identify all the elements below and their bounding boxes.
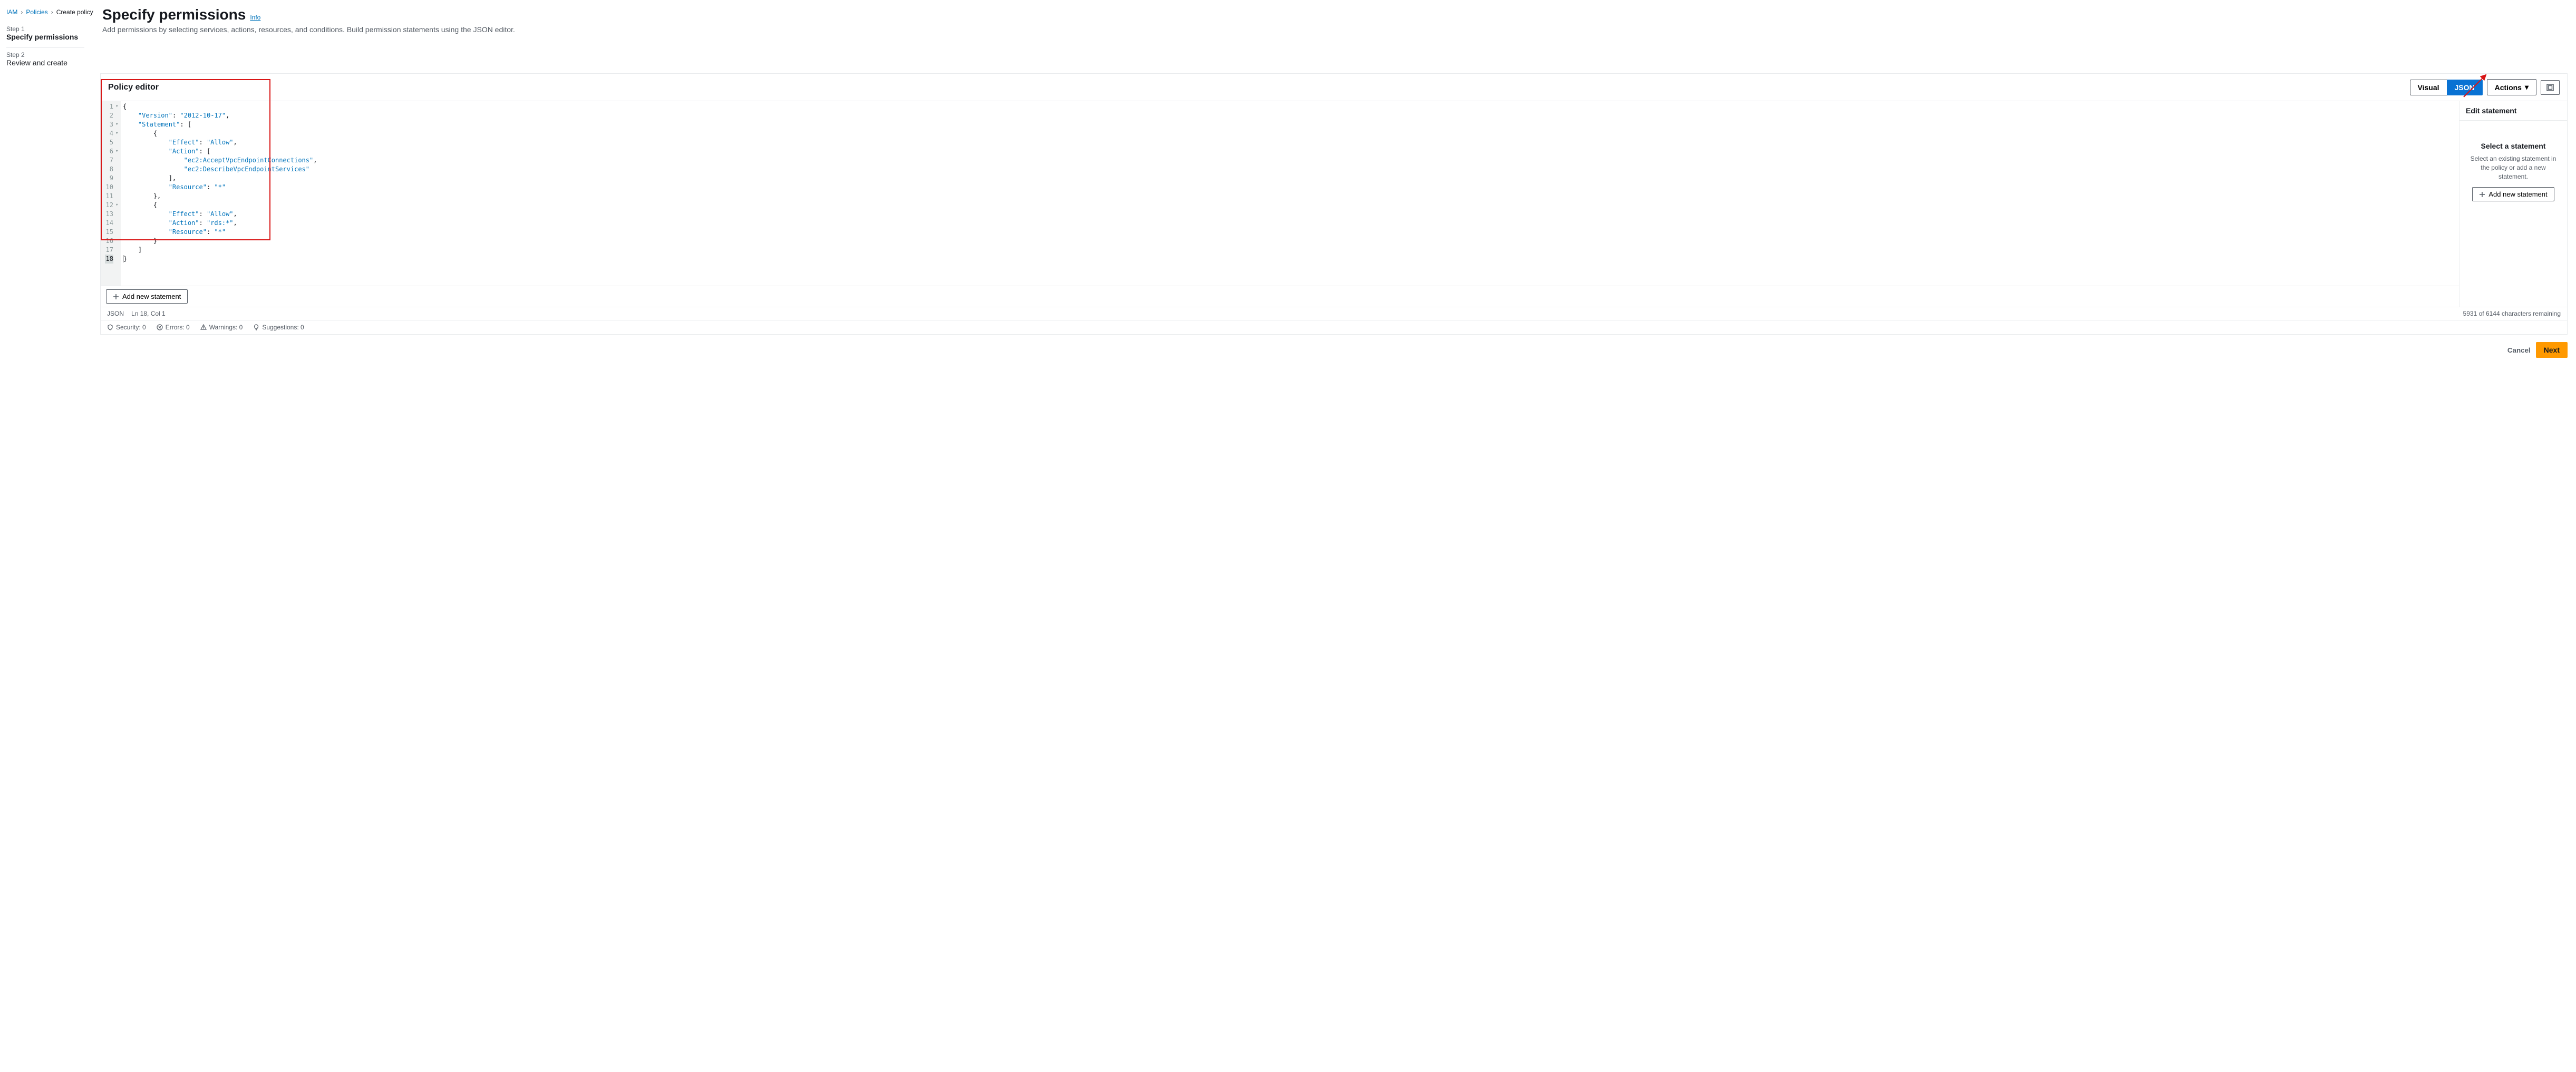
line-number-gutter: 123456789101112131415161718	[101, 101, 115, 286]
edit-statement-title: Edit statement	[2459, 101, 2567, 121]
lightbulb-icon	[253, 324, 259, 330]
cursor-position: Ln 18, Col 1	[131, 310, 166, 317]
breadcrumb: IAM › Policies › Create policy	[6, 8, 100, 22]
step-name: Review and create	[6, 59, 84, 67]
visual-mode-button[interactable]: Visual	[2410, 80, 2447, 95]
characters-remaining: 5931 of 6144 characters remaining	[2463, 310, 2561, 317]
next-button[interactable]: Next	[2536, 342, 2568, 358]
lint-warnings-text: Warnings: 0	[209, 324, 243, 331]
actions-dropdown-button[interactable]: Actions ▾	[2487, 79, 2536, 95]
error-icon	[157, 324, 163, 330]
step-number: Step 2	[6, 51, 84, 59]
json-mode-button[interactable]: JSON	[2447, 80, 2483, 95]
wizard-steps: IAM › Policies › Create policy Step 1 Sp…	[6, 6, 100, 73]
actions-label: Actions	[2495, 83, 2522, 92]
breadcrumb-policies[interactable]: Policies	[26, 8, 47, 16]
lint-warnings[interactable]: Warnings: 0	[200, 324, 243, 331]
add-statement-label: Add new statement	[2488, 190, 2547, 198]
chevron-right-icon: ›	[51, 8, 53, 16]
cancel-button[interactable]: Cancel	[2507, 342, 2531, 358]
fullscreen-icon	[2546, 84, 2554, 91]
info-link[interactable]: Info	[250, 14, 260, 21]
warning-icon	[200, 324, 207, 330]
lint-errors-text: Errors: 0	[166, 324, 190, 331]
add-statement-label: Add new statement	[122, 293, 181, 300]
editor-mode-indicator: JSON	[107, 310, 124, 317]
step-2[interactable]: Step 2 Review and create	[6, 48, 84, 73]
code-content[interactable]: { "Version": "2012-10-17", "Statement": …	[121, 101, 2459, 286]
json-editor[interactable]: 123456789101112131415161718 ▾▾▾▾▾ { "Ver…	[101, 101, 2459, 286]
wizard-footer: Cancel Next	[0, 335, 2576, 365]
lint-suggestions-text: Suggestions: 0	[262, 324, 304, 331]
page-title: Specify permissions	[102, 6, 246, 23]
breadcrumb-iam[interactable]: IAM	[6, 8, 17, 16]
editor-status-bar: JSON Ln 18, Col 1 5931 of 6144 character…	[101, 307, 2567, 320]
select-statement-description: Select an existing statement in the poli…	[2466, 154, 2561, 181]
add-statement-button-side[interactable]: Add new statement	[2472, 187, 2554, 201]
step-name: Specify permissions	[6, 33, 84, 41]
lint-security-text: Security: 0	[116, 324, 146, 331]
page-subtitle: Add permissions by selecting services, a…	[102, 25, 2568, 34]
policy-editor-title: Policy editor	[108, 83, 159, 92]
select-statement-heading: Select a statement	[2466, 142, 2561, 150]
fold-gutter: ▾▾▾▾▾	[115, 101, 121, 286]
code-pane: 123456789101112131415161718 ▾▾▾▾▾ { "Ver…	[101, 101, 2459, 307]
lint-suggestions[interactable]: Suggestions: 0	[253, 324, 304, 331]
add-statement-button[interactable]: Add new statement	[106, 289, 188, 304]
fullscreen-button[interactable]	[2541, 80, 2560, 95]
step-number: Step 1	[6, 25, 84, 33]
chevron-right-icon: ›	[21, 8, 23, 16]
plus-icon	[2479, 191, 2485, 198]
breadcrumb-current: Create policy	[56, 8, 93, 16]
step-1[interactable]: Step 1 Specify permissions	[6, 22, 84, 48]
lint-errors[interactable]: Errors: 0	[157, 324, 190, 331]
policy-editor-panel: Policy editor Visual JSON Actions ▾	[100, 73, 2568, 335]
plus-icon	[113, 294, 119, 300]
lint-security[interactable]: Security: 0	[107, 324, 146, 331]
edit-statement-panel: Edit statement Select a statement Select…	[2459, 101, 2567, 307]
editor-mode-toggle: Visual JSON	[2410, 80, 2483, 95]
shield-icon	[107, 324, 113, 330]
lint-status-bar: Security: 0 Errors: 0 Warnings: 0 Sugges…	[101, 320, 2567, 334]
chevron-down-icon: ▾	[2525, 83, 2529, 92]
